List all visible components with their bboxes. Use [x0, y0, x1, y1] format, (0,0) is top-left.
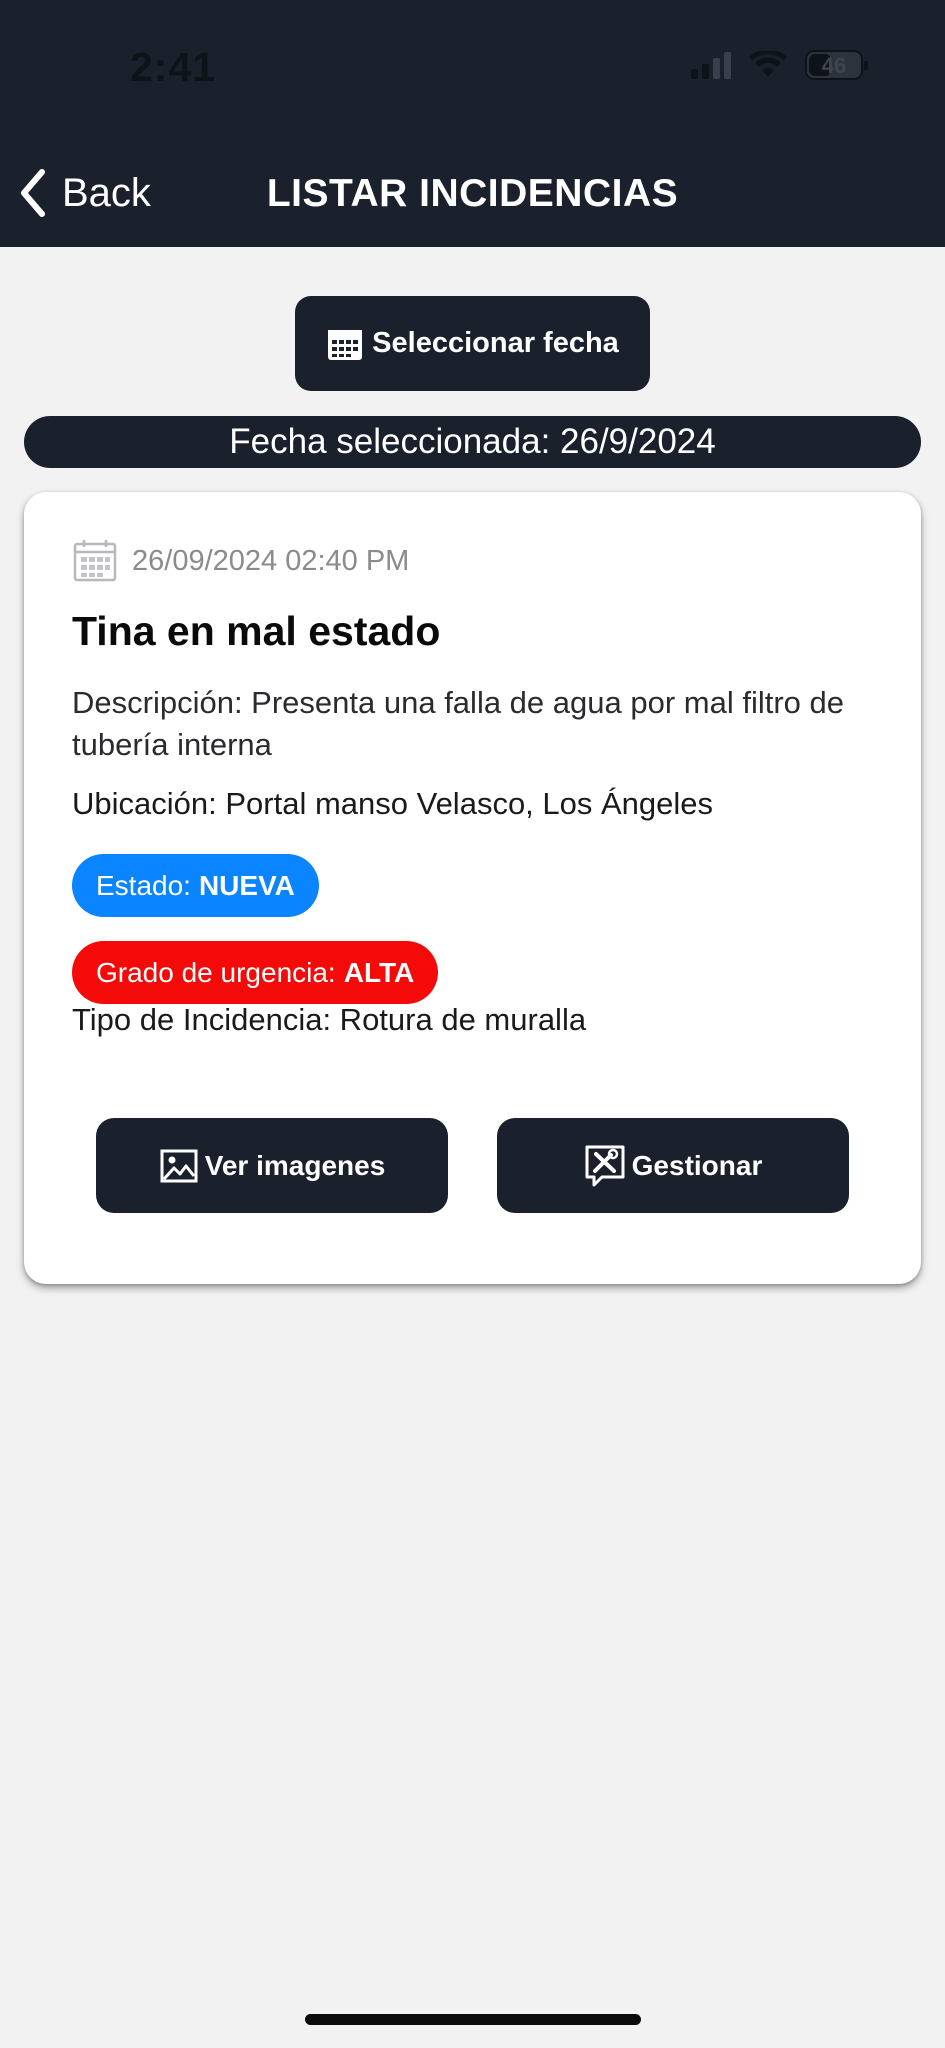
incident-location: Ubicación: Portal manso Velasco, Los Áng… — [72, 786, 714, 821]
calendar-icon — [73, 540, 117, 582]
urgency-badge: Grado de urgencia: ALTA — [72, 941, 439, 1004]
urgency-badge-label: Grado de urgencia: — [96, 956, 336, 988]
manage-label: Gestionar — [631, 1149, 763, 1181]
app-header: 2:41 46 Back LISTAR INCIDENCIAS — [0, 0, 945, 247]
battery-percent: 46 — [821, 53, 847, 78]
tools-chat-icon — [585, 1145, 625, 1186]
incident-datetime: 26/09/2024 02:40 PM — [132, 544, 410, 577]
battery-icon: 46 — [805, 50, 868, 80]
incident-description: Descripción: Presenta una falla de agua … — [72, 685, 844, 762]
incident-title: Tina en mal estado — [72, 608, 441, 654]
cellular-signal-icon — [691, 51, 731, 79]
view-images-button[interactable]: Ver imagenes — [96, 1118, 448, 1213]
incident-type: Tipo de Incidencia: Rotura de muralla — [72, 1002, 587, 1037]
wifi-icon — [749, 51, 787, 77]
page-title: LISTAR INCIDENCIAS — [266, 172, 679, 215]
status-badge-label: Estado: — [96, 869, 191, 901]
manage-button[interactable]: Gestionar — [497, 1118, 849, 1213]
status-icons: 46 — [691, 50, 868, 80]
image-icon — [160, 1149, 198, 1182]
home-indicator — [305, 2014, 641, 2025]
status-badge: Estado: NUEVA — [72, 854, 319, 917]
status-time: 2:41 — [130, 44, 217, 90]
calendar-icon — [328, 329, 363, 360]
incident-card: 26/09/2024 02:40 PM Tina en mal estado D… — [24, 492, 921, 1284]
selected-date-banner: Fecha seleccionada: 26/9/2024 — [24, 416, 921, 468]
select-date-label: Seleccionar fecha — [372, 327, 619, 359]
view-images-label: Ver imagenes — [204, 1149, 386, 1181]
urgency-badge-value: ALTA — [343, 956, 415, 988]
status-badge-value: NUEVA — [198, 869, 295, 901]
incident-date-row: 26/09/2024 02:40 PM — [72, 538, 409, 584]
select-date-button[interactable]: Seleccionar fecha — [295, 296, 650, 391]
